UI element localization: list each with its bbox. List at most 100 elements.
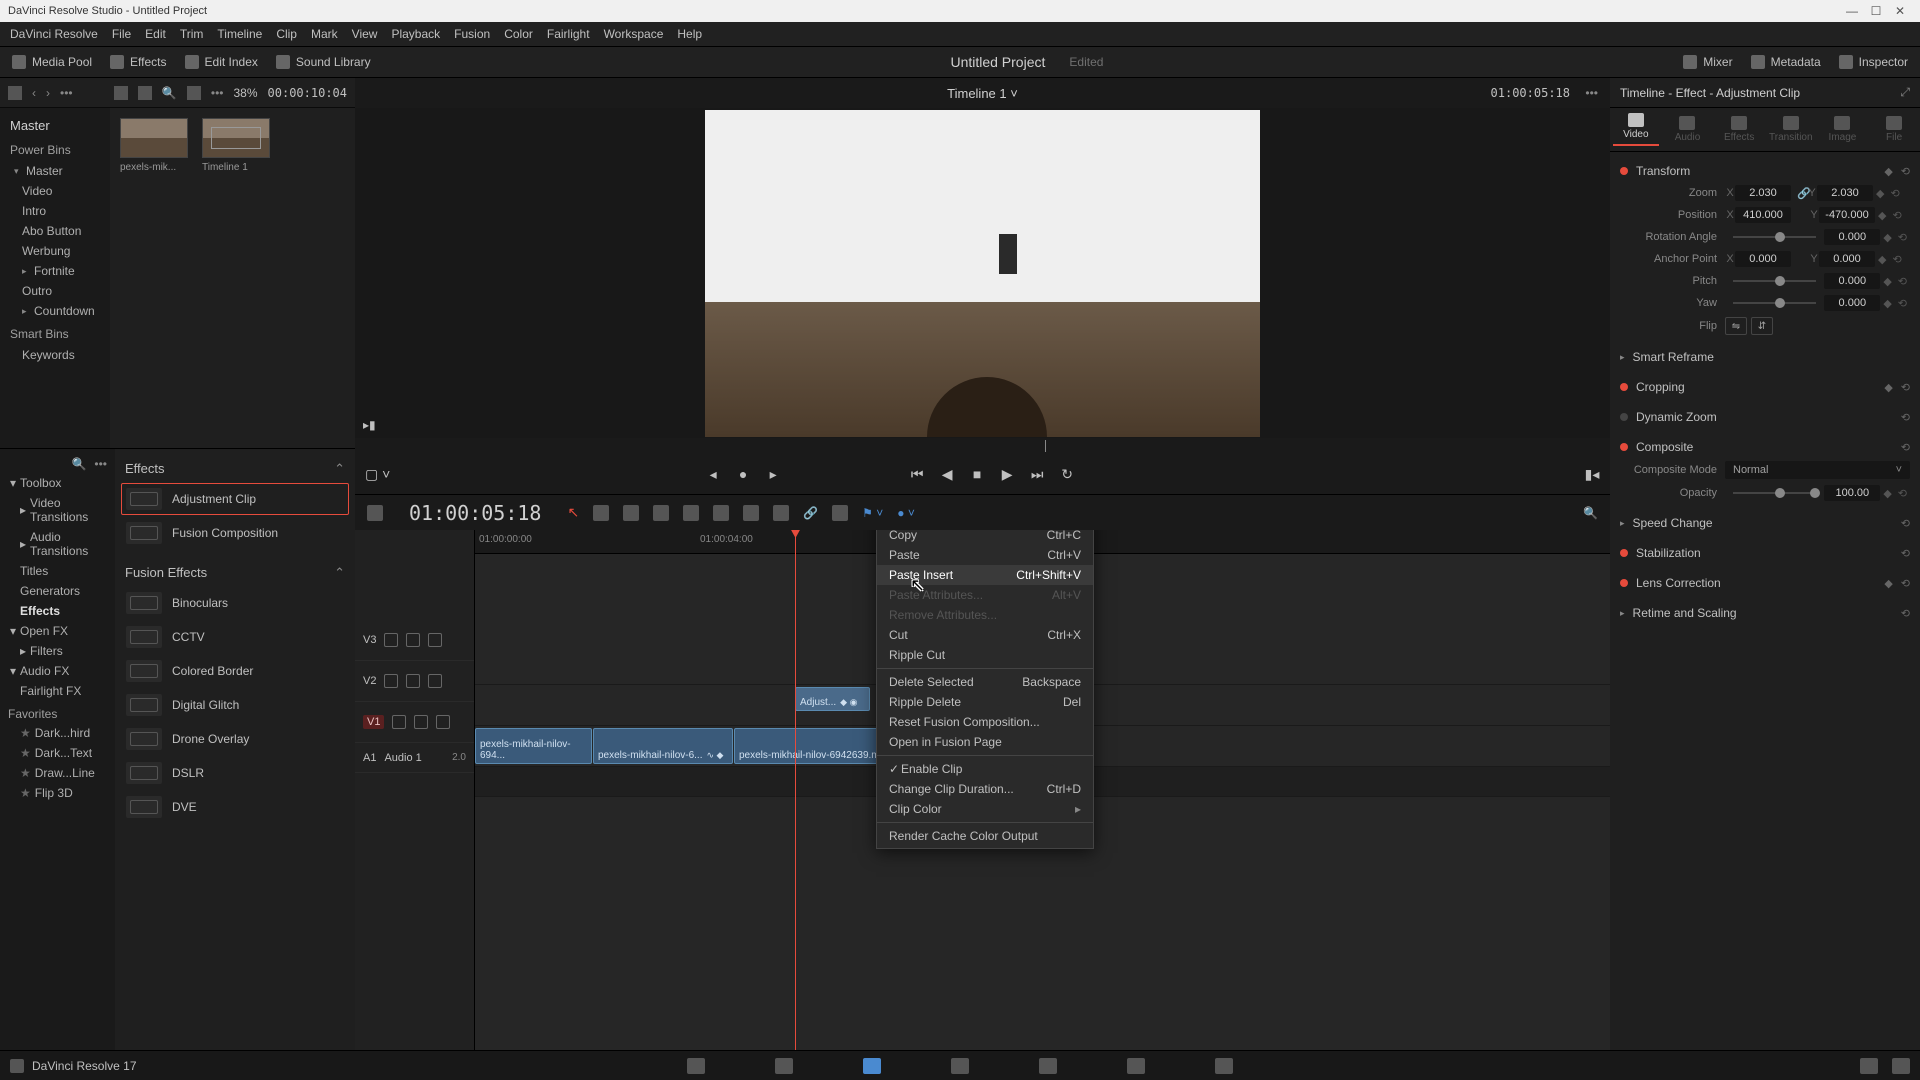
composite-mode-select[interactable]: Normal˅ bbox=[1725, 461, 1910, 479]
effect-binoculars[interactable]: Binoculars bbox=[121, 587, 349, 619]
dynamic-zoom-head[interactable]: Dynamic Zoom⟲ bbox=[1620, 406, 1910, 428]
menu-davinci-resolve[interactable]: DaVinci Resolve bbox=[10, 27, 98, 41]
effects-button[interactable]: Effects bbox=[110, 55, 166, 69]
loop-icon[interactable]: ↻ bbox=[1059, 466, 1075, 482]
yaw-input[interactable] bbox=[1824, 295, 1880, 311]
reset-icon[interactable]: ⟲ bbox=[1898, 487, 1907, 500]
trim-tool-icon[interactable] bbox=[593, 505, 609, 521]
menu-item-enable-clip[interactable]: ✓Enable Clip bbox=[877, 759, 1093, 779]
keywords-bin[interactable]: Keywords bbox=[4, 345, 106, 365]
sort-icon[interactable] bbox=[187, 86, 201, 100]
keyframe-icon[interactable]: ◆ bbox=[1884, 381, 1892, 394]
speed-change-head[interactable]: ▸Speed Change⟲ bbox=[1620, 512, 1910, 534]
opacity-input[interactable] bbox=[1824, 485, 1880, 501]
retime-head[interactable]: ▸Retime and Scaling⟲ bbox=[1620, 602, 1910, 624]
video-clip[interactable]: pexels-mikhail-nilov-694... bbox=[475, 728, 592, 764]
menu-item-clip-color[interactable]: Clip Color▸ bbox=[877, 799, 1093, 819]
menu-view[interactable]: View bbox=[352, 27, 378, 41]
menu-trim[interactable]: Trim bbox=[180, 27, 204, 41]
menu-item-cut[interactable]: CutCtrl+X bbox=[877, 625, 1093, 645]
adjustment-clip[interactable]: Adjust...◆ ◉ bbox=[795, 687, 870, 711]
effect-digital-glitch[interactable]: Digital Glitch bbox=[121, 689, 349, 721]
reset-icon[interactable]: ⟲ bbox=[1898, 231, 1907, 244]
et-generators[interactable]: Generators bbox=[2, 581, 113, 601]
composite-head[interactable]: Composite⟲ bbox=[1620, 436, 1910, 458]
flip-h-button[interactable]: ⇋ bbox=[1725, 317, 1747, 335]
fit-to-fill-icon[interactable] bbox=[743, 505, 759, 521]
bin-werbung[interactable]: Werbung bbox=[4, 241, 106, 261]
reset-icon[interactable]: ⟲ bbox=[1898, 275, 1907, 288]
selection-tool-icon[interactable]: ↖ bbox=[567, 504, 579, 521]
cropping-head[interactable]: Cropping◆⟲ bbox=[1620, 376, 1910, 398]
media-pool-button[interactable]: Media Pool bbox=[12, 55, 92, 69]
lock-icon[interactable] bbox=[384, 633, 398, 647]
fav-item[interactable]: ★ Dark...Text bbox=[2, 743, 113, 763]
collapse-icon[interactable]: ⌃ bbox=[334, 461, 345, 477]
transform-section-head[interactable]: Transform◆⟲ bbox=[1620, 160, 1910, 182]
auto-select-icon[interactable] bbox=[406, 674, 420, 688]
menu-item-render-cache-color-output[interactable]: Render Cache Color Output bbox=[877, 826, 1093, 846]
disable-icon[interactable] bbox=[428, 633, 442, 647]
insert-icon[interactable] bbox=[653, 505, 669, 521]
opacity-slider[interactable] bbox=[1733, 492, 1816, 494]
menu-item-reset-fusion-composition[interactable]: Reset Fusion Composition... bbox=[877, 712, 1093, 732]
maximize-icon[interactable]: ☐ bbox=[1864, 4, 1888, 18]
flip-v-button[interactable]: ⇵ bbox=[1751, 317, 1773, 335]
fusion-composition-item[interactable]: Fusion Composition bbox=[121, 517, 349, 549]
edit-index-button[interactable]: Edit Index bbox=[185, 55, 258, 69]
append-icon[interactable] bbox=[773, 505, 789, 521]
flag-icon[interactable]: ⚑ ˅ bbox=[862, 506, 883, 520]
et-effects[interactable]: Effects bbox=[2, 601, 113, 621]
deliver-page-icon[interactable] bbox=[1215, 1058, 1233, 1074]
openfx-item[interactable]: ▾Open FX bbox=[2, 621, 113, 641]
master-bin[interactable]: Master bbox=[4, 114, 106, 137]
tab-video[interactable]: Video bbox=[1613, 113, 1659, 146]
menu-workspace[interactable]: Workspace bbox=[604, 27, 664, 41]
zoom-timeline-icon[interactable]: 🔍 bbox=[1583, 506, 1598, 520]
track-head-v1[interactable]: V1 bbox=[355, 702, 474, 743]
lock-icon[interactable] bbox=[392, 715, 406, 729]
effect-dslr[interactable]: DSLR bbox=[121, 757, 349, 789]
lens-correction-head[interactable]: Lens Correction◆⟲ bbox=[1620, 572, 1910, 594]
filters-item[interactable]: ▸Filters bbox=[2, 641, 113, 661]
smart-reframe-head[interactable]: ▸Smart Reframe bbox=[1620, 346, 1910, 368]
link-icon[interactable]: 🔗 bbox=[803, 506, 818, 520]
menu-item-copy[interactable]: CopyCtrl+C bbox=[877, 530, 1093, 545]
bin-master[interactable]: ▾Master bbox=[4, 161, 106, 181]
keyframe-icon[interactable]: ◆ bbox=[1883, 487, 1891, 500]
menu-fusion[interactable]: Fusion bbox=[454, 27, 490, 41]
anchor-y-input[interactable] bbox=[1819, 251, 1875, 267]
adjustment-clip-item[interactable]: Adjustment Clip bbox=[121, 483, 349, 515]
nav-back-icon[interactable]: ‹ bbox=[32, 86, 36, 100]
overwrite-icon[interactable] bbox=[683, 505, 699, 521]
menu-item-change-clip-duration[interactable]: Change Clip Duration...Ctrl+D bbox=[877, 779, 1093, 799]
reset-icon[interactable]: ⟲ bbox=[1901, 577, 1910, 590]
menu-clip[interactable]: Clip bbox=[276, 27, 297, 41]
pitch-input[interactable] bbox=[1824, 273, 1880, 289]
toolbox-item[interactable]: ▾Toolbox bbox=[2, 473, 113, 493]
zoom-percent[interactable]: 38% bbox=[233, 86, 257, 100]
keyframe-icon[interactable]: ◆ bbox=[1884, 577, 1892, 590]
play-reverse-icon[interactable]: ◀ bbox=[939, 466, 955, 482]
zoom-y-input[interactable] bbox=[1817, 185, 1873, 201]
media-page-icon[interactable] bbox=[687, 1058, 705, 1074]
viewer-title[interactable]: Timeline 1 ˅ bbox=[947, 86, 1018, 101]
first-frame-icon[interactable]: ⏮ bbox=[909, 466, 925, 482]
viewer[interactable]: ▸▮ bbox=[355, 108, 1610, 438]
power-bins-head[interactable]: Power Bins bbox=[4, 137, 106, 161]
mixer-button[interactable]: Mixer bbox=[1683, 55, 1732, 69]
audiofx-item[interactable]: ▾Audio FX bbox=[2, 661, 113, 681]
rotation-input[interactable] bbox=[1824, 229, 1880, 245]
keyframe-icon[interactable]: ◆ bbox=[1884, 165, 1892, 178]
reset-icon[interactable]: ⟲ bbox=[1901, 547, 1910, 560]
reset-icon[interactable]: ⟲ bbox=[1890, 187, 1899, 200]
color-page-icon[interactable] bbox=[1039, 1058, 1057, 1074]
home-icon[interactable] bbox=[1860, 1058, 1878, 1074]
bin-countdown[interactable]: ▸Countdown bbox=[4, 301, 106, 321]
playhead[interactable] bbox=[795, 530, 796, 1050]
pitch-slider[interactable] bbox=[1733, 280, 1816, 282]
effect-colored-border[interactable]: Colored Border bbox=[121, 655, 349, 687]
fairlight-page-icon[interactable] bbox=[1127, 1058, 1145, 1074]
link-icon[interactable]: 🔗 bbox=[1797, 187, 1807, 200]
timeline[interactable]: V3 V2 V1 A1Audio 12.0 01:00:00:00 01:00:… bbox=[355, 530, 1610, 1050]
